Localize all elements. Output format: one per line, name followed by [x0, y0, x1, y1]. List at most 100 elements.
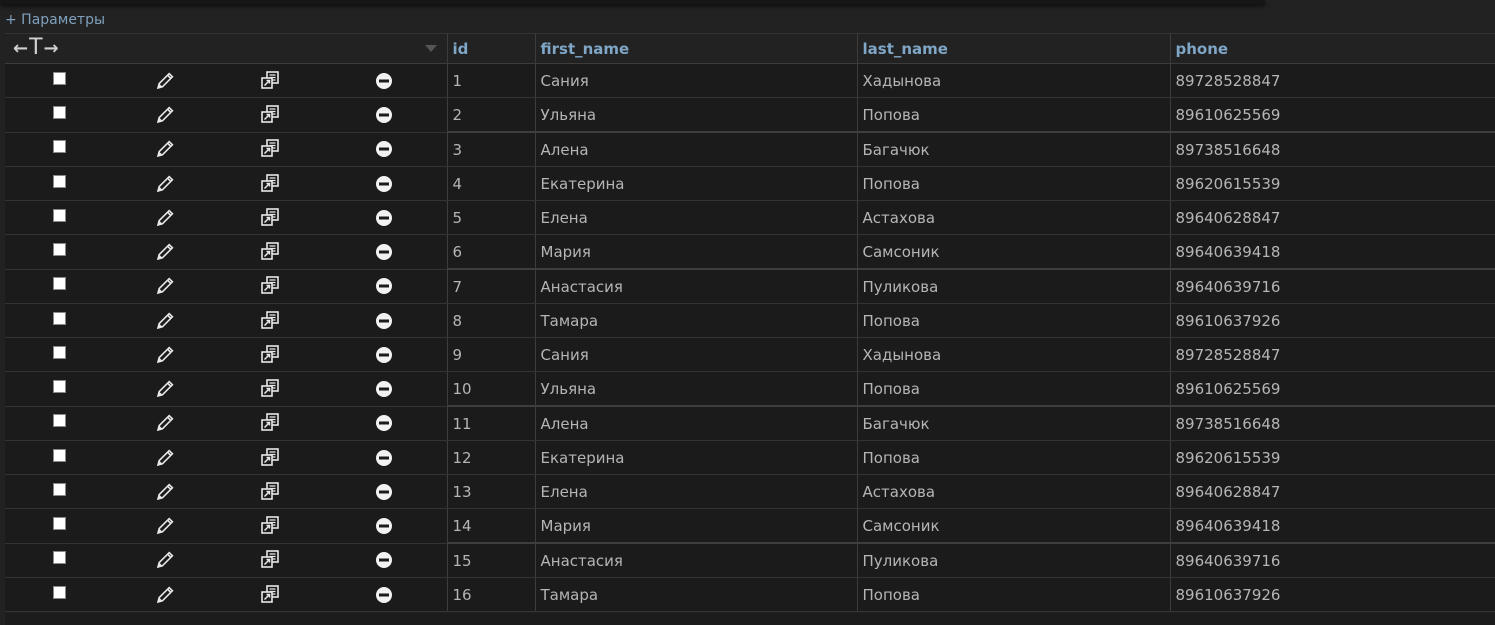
row-select-cell: [5, 337, 113, 372]
pencil-icon[interactable]: [154, 173, 176, 195]
row-select-checkbox[interactable]: [52, 277, 66, 291]
row-delete-cell: [322, 474, 448, 509]
toggle-columns-icon[interactable]: ← T →: [13, 37, 59, 59]
pencil-icon[interactable]: [154, 104, 176, 126]
row-edit-cell: [113, 371, 217, 407]
row-copy-cell: [217, 371, 322, 407]
cell-id: 14: [447, 508, 536, 544]
row-edit-cell: [113, 337, 217, 372]
copy-icon[interactable]: [259, 412, 281, 434]
pencil-icon[interactable]: [154, 515, 176, 537]
pencil-icon[interactable]: [154, 344, 176, 366]
row-select-checkbox[interactable]: [52, 551, 66, 565]
pencil-icon[interactable]: [154, 207, 176, 229]
cell-last-name: Хадынова: [857, 337, 1171, 372]
copy-icon[interactable]: [259, 138, 281, 160]
row-select-checkbox[interactable]: [52, 71, 66, 85]
copy-icon[interactable]: [259, 378, 281, 400]
copy-icon[interactable]: [259, 549, 281, 571]
cell-phone: 89610637926: [1170, 577, 1495, 612]
row-select-checkbox[interactable]: [52, 448, 66, 462]
column-header-first-name[interactable]: first_name: [535, 33, 858, 64]
row-select-cell: [5, 269, 113, 304]
table-row: 10 Ульяна Попова 89610625569: [5, 371, 1495, 407]
row-select-checkbox[interactable]: [52, 208, 66, 222]
delete-icon[interactable]: [374, 345, 394, 365]
row-delete-cell: [322, 234, 448, 270]
row-select-checkbox[interactable]: [52, 379, 66, 393]
table-row: 2 Ульяна Попова 89610625569: [5, 97, 1495, 133]
table-body: 1 Сания Хадынова 89728528847 2 Ульяна По…: [5, 63, 1495, 612]
pencil-icon[interactable]: [154, 241, 176, 263]
copy-icon[interactable]: [259, 207, 281, 229]
copy-icon[interactable]: [259, 104, 281, 126]
column-header-phone[interactable]: phone: [1170, 33, 1495, 64]
pencil-icon[interactable]: [154, 447, 176, 469]
pencil-icon[interactable]: [154, 481, 176, 503]
copy-icon[interactable]: [259, 584, 281, 606]
delete-icon[interactable]: [374, 379, 394, 399]
delete-icon[interactable]: [374, 105, 394, 125]
cell-phone: 89610625569: [1170, 371, 1495, 407]
row-edit-cell: [113, 406, 217, 441]
column-header-id[interactable]: id: [447, 33, 536, 64]
delete-icon[interactable]: [374, 174, 394, 194]
row-select-checkbox[interactable]: [52, 140, 66, 154]
copy-icon[interactable]: [259, 241, 281, 263]
row-select-checkbox[interactable]: [52, 414, 66, 428]
pencil-icon[interactable]: [154, 412, 176, 434]
row-delete-cell: [322, 63, 448, 98]
delete-icon[interactable]: [374, 550, 394, 570]
pencil-icon[interactable]: [154, 275, 176, 297]
copy-icon[interactable]: [259, 344, 281, 366]
pencil-icon[interactable]: [154, 378, 176, 400]
cell-first-name: Ульяна: [535, 97, 858, 133]
delete-icon[interactable]: [374, 585, 394, 605]
delete-icon[interactable]: [374, 276, 394, 296]
row-select-cell: [5, 543, 113, 578]
row-select-checkbox[interactable]: [52, 345, 66, 359]
cell-last-name: Пуликова: [857, 542, 1171, 578]
row-select-checkbox[interactable]: [52, 174, 66, 188]
table-row: 7 Анастасия Пуликова 89640639716: [5, 268, 1495, 304]
delete-icon[interactable]: [374, 516, 394, 536]
pencil-icon[interactable]: [154, 138, 176, 160]
row-select-cell: [5, 508, 113, 544]
row-select-checkbox[interactable]: [52, 585, 66, 599]
copy-icon[interactable]: [259, 447, 281, 469]
copy-icon[interactable]: [259, 515, 281, 537]
copy-icon[interactable]: [259, 173, 281, 195]
delete-icon[interactable]: [374, 311, 394, 331]
row-delete-cell: [322, 337, 448, 372]
delete-icon[interactable]: [374, 71, 394, 91]
column-header-last-name[interactable]: last_name: [857, 33, 1171, 64]
pencil-icon[interactable]: [154, 70, 176, 92]
row-select-checkbox[interactable]: [52, 516, 66, 530]
row-select-checkbox[interactable]: [52, 105, 66, 119]
options-link[interactable]: + Параметры: [5, 10, 105, 30]
row-select-cell: [5, 371, 113, 407]
copy-icon[interactable]: [259, 70, 281, 92]
delete-icon[interactable]: [374, 242, 394, 262]
copy-icon[interactable]: [259, 275, 281, 297]
column-menu-chevron-down-icon[interactable]: [424, 45, 437, 52]
delete-icon[interactable]: [374, 208, 394, 228]
pencil-icon[interactable]: [154, 310, 176, 332]
delete-icon[interactable]: [374, 448, 394, 468]
copy-icon[interactable]: [259, 310, 281, 332]
delete-icon[interactable]: [374, 482, 394, 502]
pencil-icon[interactable]: [154, 549, 176, 571]
cell-first-name: Тамара: [535, 577, 858, 612]
row-delete-cell: [322, 97, 448, 133]
cell-phone: 89620615539: [1170, 440, 1495, 475]
copy-icon[interactable]: [259, 481, 281, 503]
row-select-checkbox[interactable]: [52, 311, 66, 325]
row-select-checkbox[interactable]: [52, 482, 66, 496]
row-select-checkbox[interactable]: [52, 242, 66, 256]
arrow-left-icon: ←: [13, 37, 29, 59]
table-row: 13 Елена Астахова 89640628847: [5, 474, 1495, 509]
delete-icon[interactable]: [374, 139, 394, 159]
delete-icon[interactable]: [374, 413, 394, 433]
cell-first-name: Мария: [535, 234, 858, 270]
pencil-icon[interactable]: [154, 584, 176, 606]
